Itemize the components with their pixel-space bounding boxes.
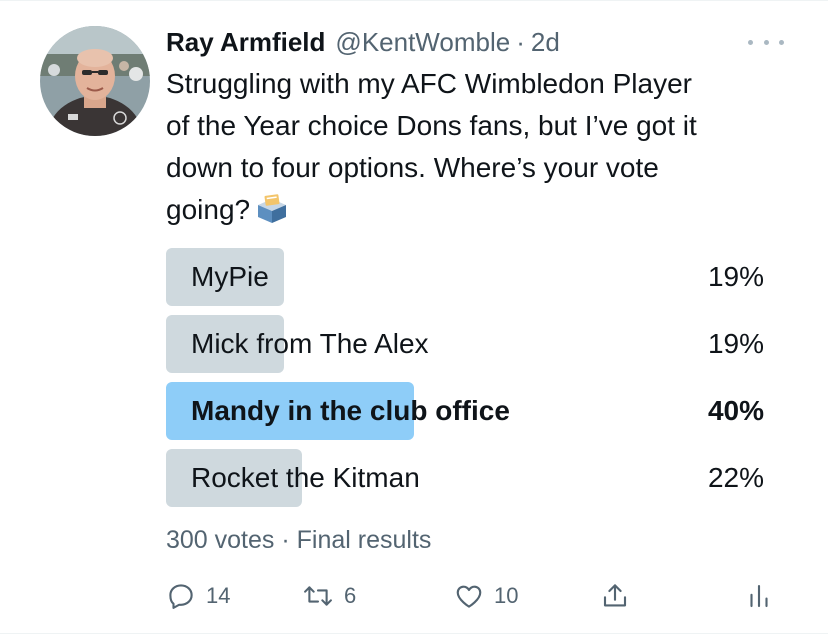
poll-results-summary: 300 votes · Final results xyxy=(166,526,432,554)
poll-option: MyPie 19% xyxy=(166,248,766,306)
retweet-count: 6 xyxy=(344,583,357,608)
tweet: Ray Armfield @KentWomble · 2d Struggling… xyxy=(0,0,828,640)
poll-option-label: Mick from The Alex xyxy=(191,328,429,359)
poll-option: Mick from The Alex 19% xyxy=(166,315,766,373)
tweet-timestamp[interactable]: 2d xyxy=(531,27,560,58)
retweet-button[interactable]: 6 xyxy=(302,576,356,616)
poll-option-percent: 40% xyxy=(707,395,764,426)
retweet-icon xyxy=(304,586,332,606)
tweet-text-line: down to four options. Where’s your vote xyxy=(166,152,659,183)
author-handle[interactable]: @KentWomble xyxy=(335,27,510,58)
tweet-text-line: Struggling with my AFC Wimbledon Player xyxy=(166,68,692,99)
poll-option: Rocket the Kitman 22% xyxy=(166,449,766,507)
share-icon xyxy=(603,584,627,607)
poll: MyPie 19% Mick from The Alex 19% Mandy in th… xyxy=(166,248,766,516)
poll-option-percent: 22% xyxy=(707,462,764,493)
ballot-box-icon xyxy=(256,193,288,237)
poll-option-label: Mandy in the club office xyxy=(191,395,510,426)
analytics-button[interactable] xyxy=(744,576,774,616)
tweet-text-line: of the Year choice Dons fans, but I’ve g… xyxy=(166,110,697,141)
poll-option: Mandy in the club office 40% xyxy=(166,382,766,440)
like-count: 10 xyxy=(494,583,519,608)
reply-button[interactable]: 14 xyxy=(166,576,230,616)
poll-option-label: Rocket the Kitman xyxy=(191,462,420,493)
divider xyxy=(0,0,828,1)
more-options-icon[interactable] xyxy=(748,32,784,52)
share-button[interactable] xyxy=(600,576,630,616)
heart-icon xyxy=(456,585,482,608)
avatar[interactable] xyxy=(40,26,150,136)
reply-count: 14 xyxy=(206,583,231,608)
poll-option-percent: 19% xyxy=(707,261,764,292)
reply-icon xyxy=(169,584,193,609)
separator: · xyxy=(516,26,525,57)
dot xyxy=(763,39,769,45)
poll-option-percent: 19% xyxy=(707,328,764,359)
dot xyxy=(748,39,753,45)
avatar-photo xyxy=(40,26,150,136)
analytics-icon xyxy=(750,584,768,608)
dot xyxy=(779,39,784,45)
poll-option-label: MyPie xyxy=(191,261,269,292)
tweet-header: Ray Armfield @KentWomble · 2d xyxy=(166,24,560,60)
tweet-actions: 14 6 10 xyxy=(166,576,786,616)
like-button[interactable]: 10 xyxy=(454,576,518,616)
tweet-text-line: going? xyxy=(166,194,251,225)
author-display-name[interactable]: Ray Armfield xyxy=(166,27,325,58)
divider xyxy=(0,633,828,634)
tweet-text-line-last: going? xyxy=(166,189,786,237)
tweet-text: Struggling with my AFC Wimbledon Player … xyxy=(166,63,786,237)
